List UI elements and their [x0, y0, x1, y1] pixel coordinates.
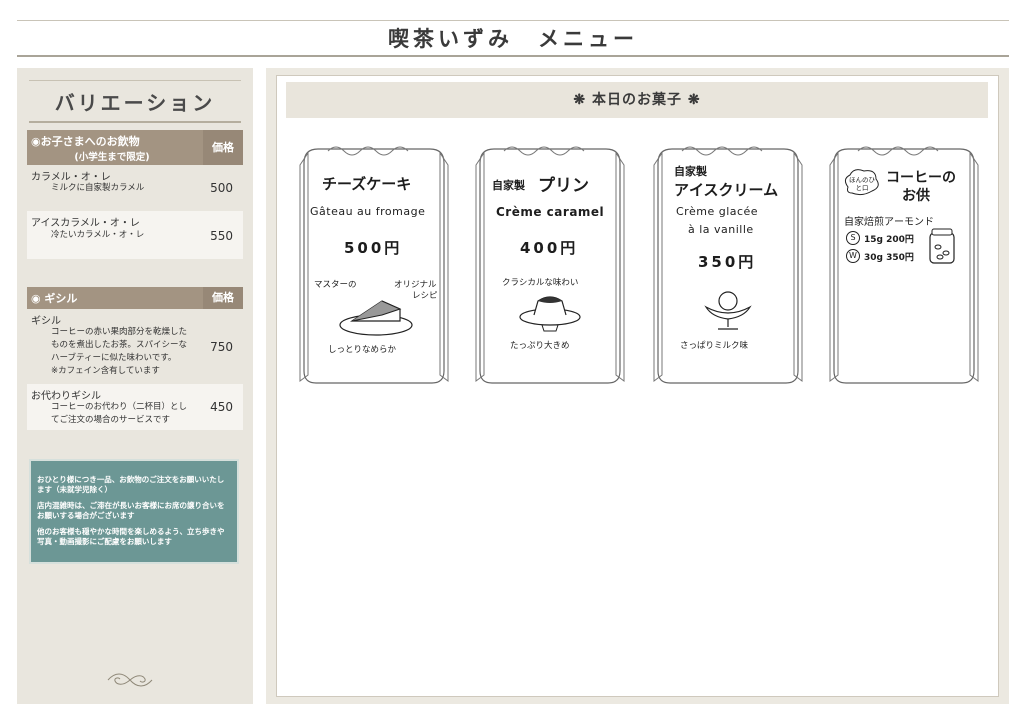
- card-note: クラシカルな味わい: [502, 278, 579, 288]
- page-header: 喫茶いずみ メニュー: [17, 20, 1009, 57]
- item-price: 450: [210, 400, 233, 414]
- item-name: アイスカラメル・オ・レ: [31, 218, 140, 229]
- kids-section-title: ◉お子さまへのお飲物: [31, 135, 140, 148]
- almond-jar-icon: [929, 228, 955, 264]
- card-subtitle-2: à la vanille: [688, 223, 754, 236]
- menu-card-pudding: 自家製 プリン Crème caramel 400円 クラシカルな味わい たっぷ…: [474, 143, 626, 387]
- kids-section-subtitle: (小学生まで限定): [74, 152, 150, 163]
- card-note: マスターの: [314, 280, 357, 290]
- item-price: 500: [210, 181, 233, 195]
- notice-line: おひとり様につき一品、お飲物のご注文をお願いいたします（未就学児除く）: [37, 475, 225, 494]
- menu-row: アイスカラメル・オ・レ 冷たいカラメル・オ・レ 550: [27, 211, 243, 259]
- notice-line: 他のお客様も穏やかな時間を楽しめるよう、立ち歩きや写真・動画撮影にご配慮をお願い…: [37, 527, 225, 546]
- card-price: 350円: [698, 253, 757, 271]
- item-name: ギシル: [31, 316, 61, 327]
- today-sweets-title: ❋ 本日のお菓子 ❋: [286, 82, 988, 118]
- menu-row: カラメル・オ・レ ミルクに自家製カラメル 500: [27, 165, 243, 207]
- card-note: レシピ: [412, 291, 438, 301]
- card-title-prefix: 自家製: [492, 179, 525, 192]
- kids-section-header: ◉お子さまへのお飲物 (小学生まで限定) 価格: [27, 130, 243, 165]
- size-badge-w: W: [846, 249, 860, 263]
- notice-box: おひとり様につき一品、お飲物のご注文をお願いいたします（未就学児除く） 店内混雑…: [29, 459, 239, 564]
- menu-card-cheesecake: チーズケーキ Gâteau au fromage 500円 マスターの オリジナ…: [298, 143, 450, 387]
- card-title: コーヒーの: [886, 170, 956, 186]
- size-badge-s: S: [846, 231, 860, 245]
- main-panel: ❋ 本日のお菓子 ❋ チーズケーキ Gâteau au fromage 500円…: [266, 68, 1009, 704]
- notice-line: 店内混雑時は、ご滞在が長いお客様にお席の譲り合いをお願いする場合がございます: [37, 501, 225, 520]
- sidebar: バリエーション ◉お子さまへのお飲物 (小学生まで限定) 価格 カラメル・オ・レ…: [17, 68, 253, 704]
- item-price: 550: [210, 229, 233, 243]
- sidebar-heading: バリエーション: [54, 91, 216, 115]
- card-price: 500円: [344, 239, 403, 257]
- card-note: しっとりなめらか: [328, 345, 397, 355]
- item-desc: ミルクに自家製カラメル: [51, 183, 145, 193]
- menu-card-almond: ほんのひと口 コーヒーの お供 自家焙煎アーモンド S 15g 200円 W 3…: [828, 143, 980, 387]
- card-option: 15g 200円: [864, 235, 914, 245]
- sidebar-heading-box: バリエーション: [29, 80, 241, 123]
- card-title: プリン: [538, 176, 589, 196]
- card-note: たっぷり大きめ: [510, 341, 570, 351]
- card-note: さっぱりミルク味: [680, 341, 749, 351]
- page-title: 喫茶いずみ メニュー: [388, 26, 638, 51]
- card-price: 400円: [520, 239, 579, 257]
- card-title: アイスクリーム: [674, 181, 779, 199]
- card-subtitle: Gâteau au fromage: [310, 205, 426, 218]
- card-subtitle: Crème glacée: [676, 205, 759, 218]
- gisiru-section-title: ◉ ギシル: [31, 292, 78, 305]
- item-desc: コーヒーの赤い果肉部分を乾燥した ものを煮出したお茶。スパイシーな ハーブティー…: [51, 327, 188, 376]
- kids-price-header: 価格: [203, 130, 243, 165]
- card-title-2: お供: [902, 188, 930, 204]
- cheesecake-icon: [339, 300, 413, 336]
- card-bubble-text: ほんのひと口: [849, 176, 875, 192]
- menu-row: お代わりギシル コーヒーのお代わり（二杯目）とし てご注文の場合のサービスです …: [27, 384, 243, 430]
- ornament-flourish-icon: [107, 673, 153, 687]
- ice-cream-icon: [704, 291, 752, 330]
- card-title: チーズケーキ: [322, 175, 412, 193]
- card-title-prefix: 自家製: [674, 165, 707, 178]
- item-desc: コーヒーのお代わり（二杯目）とし てご注文の場合のサービスです: [51, 402, 188, 425]
- card-line: 自家焙煎アーモンド: [844, 217, 934, 228]
- card-subtitle: Crème caramel: [496, 205, 605, 219]
- gisiru-price-header: 価格: [203, 287, 243, 309]
- pudding-icon: [519, 296, 581, 332]
- card-option: 30g 350円: [864, 253, 914, 263]
- gisiru-section-header: ◉ ギシル 価格: [27, 287, 243, 309]
- menu-row: ギシル コーヒーの赤い果肉部分を乾燥した ものを煮出したお茶。スパイシーな ハー…: [27, 309, 243, 383]
- menu-card-ice-cream: 自家製 アイスクリーム Crème glacée à la vanille 35…: [652, 143, 804, 387]
- item-name: カラメル・オ・レ: [31, 172, 111, 183]
- item-price: 750: [210, 340, 233, 354]
- item-name: お代わりギシル: [31, 391, 101, 402]
- item-desc: 冷たいカラメル・オ・レ: [51, 230, 145, 240]
